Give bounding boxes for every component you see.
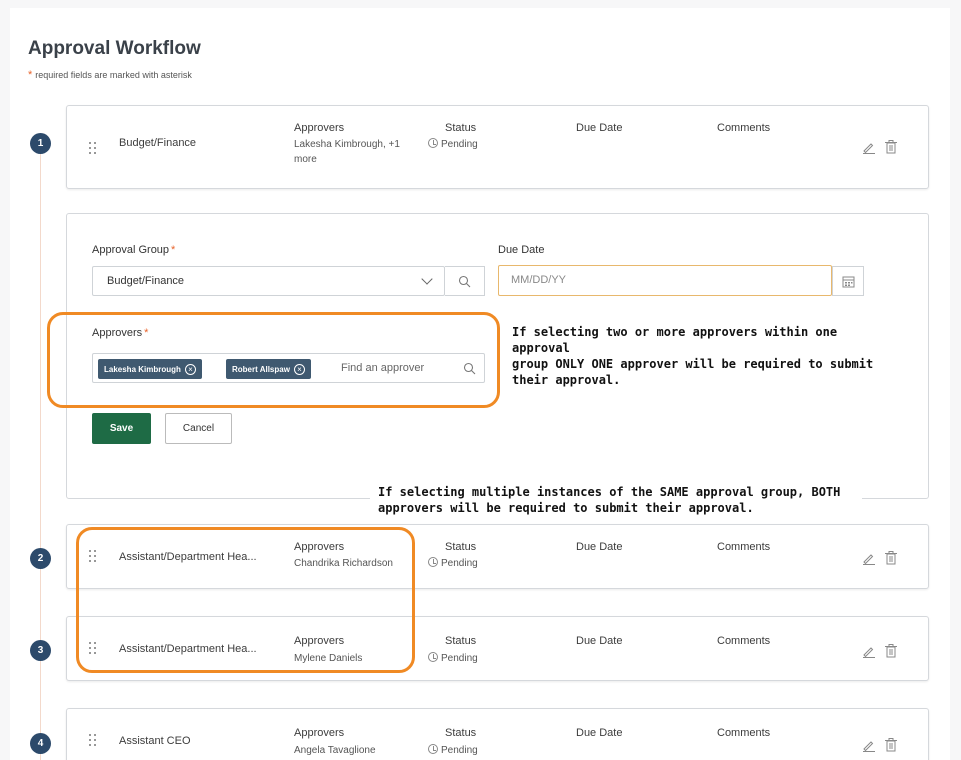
step-number-3: 3 — [30, 640, 51, 661]
status-header: Status — [445, 635, 477, 647]
step-group-name: Assistant CEO — [119, 735, 191, 747]
edit-pencil-icon[interactable] — [862, 140, 876, 154]
page-background: Approval Workflow * required fields are m… — [0, 0, 961, 760]
drag-handle-icon[interactable] — [89, 142, 97, 156]
step-number-1: 1 — [30, 133, 51, 154]
status-header: Status — [445, 122, 477, 134]
comments-header: Comments — [717, 635, 771, 647]
comments-header: Comments — [717, 727, 771, 739]
status-header: Status — [445, 727, 477, 739]
comments-header: Comments — [717, 541, 771, 553]
trash-icon[interactable] — [885, 140, 897, 154]
required-note: * required fields are marked with asteris… — [28, 69, 192, 81]
clock-icon — [428, 138, 438, 148]
annotation-same-group: If selecting multiple instances of the S… — [370, 482, 862, 522]
clock-icon — [428, 652, 438, 662]
clock-icon — [428, 744, 438, 754]
approvers-header: Approvers — [294, 727, 345, 739]
step-status: Pending — [428, 137, 478, 152]
edit-pencil-icon[interactable] — [862, 551, 876, 565]
cancel-button[interactable]: Cancel — [165, 413, 232, 444]
step-approvers: Lakesha Kimbrough, +1 more — [294, 139, 400, 165]
calendar-icon — [842, 276, 855, 288]
due-date-field[interactable] — [498, 265, 832, 296]
search-icon — [458, 275, 471, 288]
status-header: Status — [445, 541, 477, 553]
due-date-header: Due Date — [576, 122, 623, 134]
workflow-step-4: Assistant CEO Approvers Angela Tavaglion… — [66, 708, 929, 760]
drag-handle-icon[interactable] — [89, 734, 97, 748]
calendar-button[interactable] — [832, 266, 864, 296]
due-date-input[interactable] — [511, 274, 811, 286]
edit-pencil-icon[interactable] — [862, 738, 876, 752]
step-status: Pending — [428, 743, 478, 758]
approvers-header: Approvers — [294, 122, 345, 134]
annotation-multiple-approvers: If selecting two or more approvers withi… — [512, 325, 874, 387]
workflow-timeline — [40, 140, 41, 760]
step-number-4: 4 — [30, 733, 51, 754]
group-search-button[interactable] — [445, 266, 485, 296]
step-status: Pending — [428, 556, 478, 571]
approval-group-label: Approval Group * — [92, 244, 176, 256]
approval-group-value: Budget/Finance — [107, 275, 185, 287]
clock-icon — [428, 557, 438, 567]
trash-icon[interactable] — [885, 738, 897, 752]
due-date-header: Due Date — [576, 635, 623, 647]
edit-pencil-icon[interactable] — [862, 644, 876, 658]
step-approvers: Angela Tavaglione — [294, 745, 376, 756]
highlight-duplicate-groups — [76, 527, 415, 673]
chevron-down-icon — [421, 273, 433, 285]
step-group-name: Budget/Finance — [119, 137, 197, 149]
save-button[interactable]: Save — [92, 413, 151, 444]
due-date-label: Due Date — [498, 244, 545, 256]
trash-icon[interactable] — [885, 644, 897, 658]
due-date-header: Due Date — [576, 727, 623, 739]
workflow-step-1: Budget/Finance Approvers Lakesha Kimbrou… — [66, 105, 929, 189]
page-title: Approval Workflow — [28, 38, 201, 59]
step-number-2: 2 — [30, 548, 51, 569]
approval-group-select[interactable]: Budget/Finance — [92, 266, 445, 296]
due-date-header: Due Date — [576, 541, 623, 553]
trash-icon[interactable] — [885, 551, 897, 565]
step-status: Pending — [428, 651, 478, 666]
comments-header: Comments — [717, 122, 771, 134]
highlight-approvers-field — [47, 312, 500, 408]
